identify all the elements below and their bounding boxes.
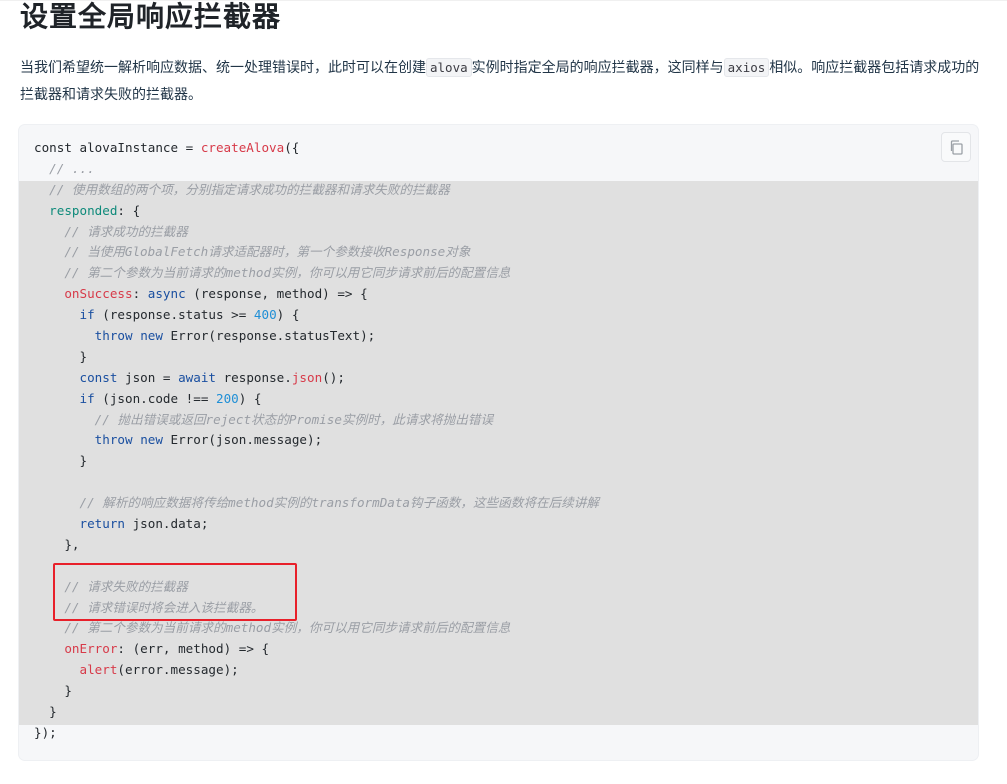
code-token: json.data;: [125, 516, 209, 532]
code-token: const alovaInstance =: [34, 140, 201, 155]
code-token: });: [34, 724, 57, 740]
code-token: if: [79, 307, 95, 323]
code-token: (json.code !==: [94, 390, 216, 406]
code-line: }: [34, 347, 599, 368]
code-lines: const alovaInstance = createAlova({ // .…: [34, 138, 599, 744]
code-comment: // 使用数组的两个项，分别指定请求成功的拦截器和请求失败的拦截器: [34, 181, 450, 197]
code-token: : (err, method) => {: [117, 641, 270, 657]
code-line: },: [34, 535, 599, 556]
code-token: response.: [216, 369, 292, 385]
code-comment: // 解析的响应数据将传给method实例的transformData钩子函数，…: [34, 495, 599, 511]
code-line: const alovaInstance = createAlova({: [34, 138, 599, 159]
code-comment: // 第二个参数为当前请求的method实例，你可以用它同步请求前后的配置信息: [34, 620, 511, 636]
code-token: if: [79, 390, 95, 406]
code-line: }: [34, 681, 599, 702]
code-line: const json = await response.json();: [34, 368, 599, 389]
code-token: json =: [117, 369, 179, 385]
code-block: const alovaInstance = createAlova({ // .…: [19, 125, 978, 760]
code-token: ) {: [276, 307, 300, 323]
code-line: // 当使用GlobalFetch请求适配器时，第一个参数接收Response对…: [34, 242, 599, 263]
code-token: async: [147, 286, 186, 302]
code-token: Error(json.message);: [162, 432, 323, 448]
code-token: (response, method) => {: [185, 286, 368, 302]
code-line: return json.data;: [34, 514, 599, 535]
intro-paragraph: 当我们希望统一解析响应数据、统一处理错误时，此时可以在创建 alova 实例时指定全…: [20, 54, 986, 109]
code-token: new: [140, 432, 163, 448]
code-line: // 抛出错误或返回reject状态的Promise实例时，此请求将抛出错误: [34, 410, 599, 431]
code-token: ();: [322, 369, 345, 385]
code-token: responded: [49, 202, 118, 218]
code-token: (error.message);: [117, 662, 239, 678]
code-token: Error(response.statusText);: [162, 328, 376, 344]
code-line: throw new Error(json.message);: [34, 430, 599, 451]
intro-text-2: 实例时指定全局的响应拦截器，这同样与: [471, 60, 724, 76]
code-token: 200: [216, 390, 239, 406]
code-token: }: [34, 453, 88, 469]
code-token: await: [178, 369, 217, 385]
code-comment: // 当使用GlobalFetch请求适配器时，第一个参数接收Response对…: [34, 244, 471, 260]
code-comment: // 第二个参数为当前请求的method实例，你可以用它同步请求前后的配置信息: [34, 265, 511, 281]
code-token: },: [34, 536, 80, 552]
code-token: const: [79, 369, 118, 385]
code-line: // 请求成功的拦截器: [34, 222, 599, 243]
code-line: if (json.code !== 200) {: [34, 389, 599, 410]
code-token: throw: [94, 432, 133, 448]
code-comment: // ...: [34, 160, 95, 176]
code-line: responded: {: [34, 201, 599, 222]
code-token: createAlova: [200, 140, 285, 155]
code-line: }: [34, 451, 599, 472]
code-token: return: [79, 516, 126, 532]
code-comment: // 请求成功的拦截器: [34, 223, 188, 239]
code-line: // 第二个参数为当前请求的method实例，你可以用它同步请求前后的配置信息: [34, 263, 599, 284]
code-line: alert(error.message);: [34, 660, 599, 681]
code-token: onError: [64, 641, 118, 657]
code-token: }: [34, 683, 72, 699]
code-line: throw new Error(response.statusText);: [34, 326, 599, 347]
code-line: // 解析的响应数据将传给method实例的transformData钩子函数，…: [34, 493, 599, 514]
annotation-highlight-box: [53, 563, 297, 621]
code-token: 400: [253, 307, 277, 323]
code-line: }: [34, 702, 599, 723]
code-line: // 使用数组的两个项，分别指定请求成功的拦截器和请求失败的拦截器: [34, 180, 599, 201]
code-token: ({: [284, 140, 300, 155]
code-token: throw: [94, 328, 133, 344]
code-token: alert: [79, 662, 118, 678]
copy-icon: [950, 140, 963, 155]
code-line: });: [34, 723, 599, 744]
code-line: onSuccess: async (response, method) => {: [34, 284, 599, 305]
code-token: json: [291, 369, 323, 385]
code-token: :: [132, 286, 148, 302]
copy-code-button[interactable]: [941, 132, 971, 162]
code-token: : {: [117, 202, 141, 218]
code-line: if (response.status >= 400) {: [34, 305, 599, 326]
code-token: ) {: [238, 390, 262, 406]
code-token: }: [34, 348, 88, 364]
code-token: new: [140, 328, 163, 344]
code-token: onSuccess: [64, 286, 133, 302]
page-title: 设置全局响应拦截器: [20, 0, 282, 33]
intro-text-1: 当我们希望统一解析响应数据、统一处理错误时，此时可以在创建: [20, 60, 426, 76]
code-line: // 第二个参数为当前请求的method实例，你可以用它同步请求前后的配置信息: [34, 618, 599, 639]
code-line: // ...: [34, 159, 599, 180]
code-comment: // 抛出错误或返回reject状态的Promise实例时，此请求将抛出错误: [34, 411, 494, 427]
code-line: onError: (err, method) => {: [34, 639, 599, 660]
code-token: (response.status >=: [94, 307, 254, 323]
inline-code-alova: alova: [426, 58, 472, 77]
code-token: }: [34, 704, 57, 720]
inline-code-axios: axios: [723, 58, 770, 77]
